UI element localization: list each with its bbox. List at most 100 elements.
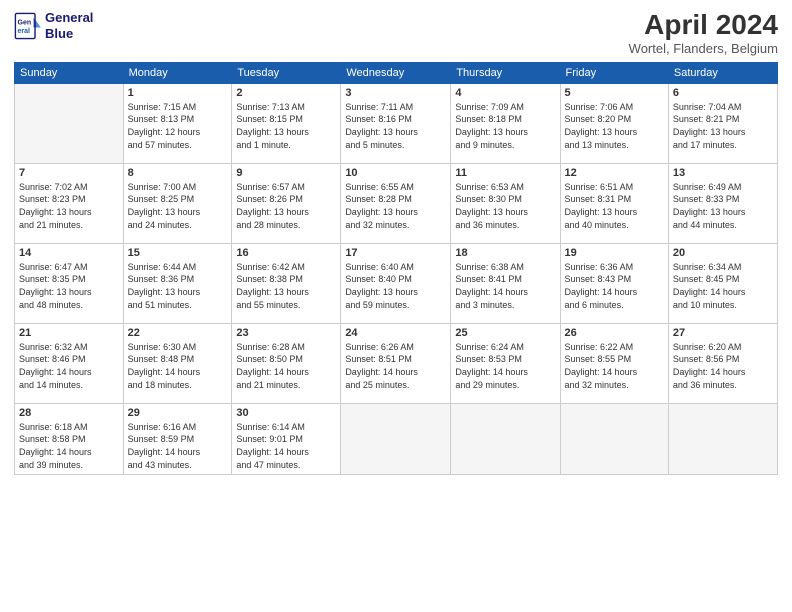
day-info: Sunrise: 6:55 AM Sunset: 8:28 PM Dayligh… [345,181,446,231]
logo-text: General Blue [45,10,93,41]
logo-icon: Gen eral [14,12,42,40]
title-area: April 2024 Wortel, Flanders, Belgium [629,10,778,56]
header-sunday: Sunday [15,62,124,83]
day-info: Sunrise: 7:00 AM Sunset: 8:25 PM Dayligh… [128,181,228,231]
calendar-cell: 29 Sunrise: 6:16 AM Sunset: 8:59 PM Dayli… [123,403,232,474]
calendar-cell: 14 Sunrise: 6:47 AM Sunset: 8:35 PM Dayli… [15,243,124,323]
calendar-cell: 24 Sunrise: 6:26 AM Sunset: 8:51 PM Dayli… [341,323,451,403]
calendar-cell [341,403,451,474]
day-number: 6 [673,87,773,99]
header-saturday: Saturday [668,62,777,83]
day-info: Sunrise: 6:24 AM Sunset: 8:53 PM Dayligh… [455,341,555,391]
day-info: Sunrise: 6:42 AM Sunset: 8:38 PM Dayligh… [236,261,336,311]
calendar-cell: 13Sunrise: 6:49 AM Sunset: 8:33 PM Dayli… [668,163,777,243]
calendar-cell: 17Sunrise: 6:40 AM Sunset: 8:40 PM Dayli… [341,243,451,323]
day-number: 3 [345,87,446,99]
day-number: 7 [19,167,119,179]
calendar-cell: 11 Sunrise: 6:53 AM Sunset: 8:30 PM Dayli… [451,163,560,243]
calendar-cell: 30Sunrise: 6:14 AM Sunset: 9:01 PM Dayli… [232,403,341,474]
day-number: 26 [565,327,664,339]
calendar-cell [668,403,777,474]
day-info: Sunrise: 7:11 AM Sunset: 8:16 PM Dayligh… [345,101,446,151]
calendar-table: Sunday Monday Tuesday Wednesday Thursday… [14,62,778,475]
calendar-cell: 3 Sunrise: 7:11 AM Sunset: 8:16 PM Daylig… [341,83,451,163]
day-info: Sunrise: 6:44 AM Sunset: 8:36 PM Dayligh… [128,261,228,311]
day-info: Sunrise: 6:30 AM Sunset: 8:48 PM Dayligh… [128,341,228,391]
day-number: 25 [455,327,555,339]
calendar-cell: 7 Sunrise: 7:02 AM Sunset: 8:23 PM Daylig… [15,163,124,243]
day-info: Sunrise: 7:15 AM Sunset: 8:13 PM Dayligh… [128,101,228,151]
calendar-cell: 27Sunrise: 6:20 AM Sunset: 8:56 PM Dayli… [668,323,777,403]
page: Gen eral General Blue April 2024 Wortel,… [0,0,792,612]
calendar-cell: 28 Sunrise: 6:18 AM Sunset: 8:58 PM Dayli… [15,403,124,474]
calendar-cell: 21 Sunrise: 6:32 AM Sunset: 8:46 PM Dayli… [15,323,124,403]
day-info: Sunrise: 6:32 AM Sunset: 8:46 PM Dayligh… [19,341,119,391]
calendar-week-row: 1 Sunrise: 7:15 AM Sunset: 8:13 PM Daylig… [15,83,778,163]
day-info: Sunrise: 6:18 AM Sunset: 8:58 PM Dayligh… [19,421,119,471]
calendar-week-row: 7 Sunrise: 7:02 AM Sunset: 8:23 PM Daylig… [15,163,778,243]
calendar-cell [451,403,560,474]
day-number: 12 [565,167,664,179]
calendar-body: 1 Sunrise: 7:15 AM Sunset: 8:13 PM Daylig… [15,83,778,474]
day-info: Sunrise: 6:20 AM Sunset: 8:56 PM Dayligh… [673,341,773,391]
day-info: Sunrise: 6:16 AM Sunset: 8:59 PM Dayligh… [128,421,228,471]
calendar-cell: 4Sunrise: 7:09 AM Sunset: 8:18 PM Daylig… [451,83,560,163]
calendar-week-row: 28 Sunrise: 6:18 AM Sunset: 8:58 PM Dayli… [15,403,778,474]
day-number: 22 [128,327,228,339]
calendar-cell: 18Sunrise: 6:38 AM Sunset: 8:41 PM Dayli… [451,243,560,323]
day-info: Sunrise: 6:14 AM Sunset: 9:01 PM Dayligh… [236,421,336,471]
calendar-header-row: Sunday Monday Tuesday Wednesday Thursday… [15,62,778,83]
calendar-cell: 1 Sunrise: 7:15 AM Sunset: 8:13 PM Daylig… [123,83,232,163]
calendar-cell: 20 Sunrise: 6:34 AM Sunset: 8:45 PM Dayli… [668,243,777,323]
day-number: 1 [128,87,228,99]
day-info: Sunrise: 6:22 AM Sunset: 8:55 PM Dayligh… [565,341,664,391]
header-thursday: Thursday [451,62,560,83]
day-info: Sunrise: 6:49 AM Sunset: 8:33 PM Dayligh… [673,181,773,231]
day-number: 2 [236,87,336,99]
header-tuesday: Tuesday [232,62,341,83]
calendar-week-row: 21 Sunrise: 6:32 AM Sunset: 8:46 PM Dayli… [15,323,778,403]
day-info: Sunrise: 6:47 AM Sunset: 8:35 PM Dayligh… [19,261,119,311]
day-number: 24 [345,327,446,339]
day-info: Sunrise: 6:57 AM Sunset: 8:26 PM Dayligh… [236,181,336,231]
day-number: 17 [345,247,446,259]
day-number: 29 [128,407,228,419]
day-info: Sunrise: 7:02 AM Sunset: 8:23 PM Dayligh… [19,181,119,231]
day-number: 21 [19,327,119,339]
day-info: Sunrise: 6:34 AM Sunset: 8:45 PM Dayligh… [673,261,773,311]
header: Gen eral General Blue April 2024 Wortel,… [14,10,778,56]
day-number: 16 [236,247,336,259]
calendar-cell [15,83,124,163]
location: Wortel, Flanders, Belgium [629,41,778,56]
calendar-cell: 23 Sunrise: 6:28 AM Sunset: 8:50 PM Dayli… [232,323,341,403]
day-info: Sunrise: 7:13 AM Sunset: 8:15 PM Dayligh… [236,101,336,151]
svg-text:Gen: Gen [18,19,32,26]
day-info: Sunrise: 7:09 AM Sunset: 8:18 PM Dayligh… [455,101,555,151]
day-info: Sunrise: 6:51 AM Sunset: 8:31 PM Dayligh… [565,181,664,231]
day-number: 20 [673,247,773,259]
calendar-cell: 19Sunrise: 6:36 AM Sunset: 8:43 PM Dayli… [560,243,668,323]
header-wednesday: Wednesday [341,62,451,83]
day-info: Sunrise: 7:04 AM Sunset: 8:21 PM Dayligh… [673,101,773,151]
calendar-cell: 25 Sunrise: 6:24 AM Sunset: 8:53 PM Dayli… [451,323,560,403]
day-info: Sunrise: 6:28 AM Sunset: 8:50 PM Dayligh… [236,341,336,391]
day-number: 5 [565,87,664,99]
logo: Gen eral General Blue [14,10,93,41]
day-number: 10 [345,167,446,179]
calendar-cell: 9 Sunrise: 6:57 AM Sunset: 8:26 PM Daylig… [232,163,341,243]
calendar-cell: 2 Sunrise: 7:13 AM Sunset: 8:15 PM Daylig… [232,83,341,163]
header-friday: Friday [560,62,668,83]
calendar-cell: 16 Sunrise: 6:42 AM Sunset: 8:38 PM Dayli… [232,243,341,323]
day-info: Sunrise: 6:36 AM Sunset: 8:43 PM Dayligh… [565,261,664,311]
day-number: 23 [236,327,336,339]
day-number: 28 [19,407,119,419]
day-info: Sunrise: 7:06 AM Sunset: 8:20 PM Dayligh… [565,101,664,151]
day-number: 11 [455,167,555,179]
calendar-cell: 12 Sunrise: 6:51 AM Sunset: 8:31 PM Dayli… [560,163,668,243]
day-number: 9 [236,167,336,179]
day-info: Sunrise: 6:26 AM Sunset: 8:51 PM Dayligh… [345,341,446,391]
day-number: 14 [19,247,119,259]
month-title: April 2024 [629,10,778,41]
header-monday: Monday [123,62,232,83]
day-info: Sunrise: 6:53 AM Sunset: 8:30 PM Dayligh… [455,181,555,231]
